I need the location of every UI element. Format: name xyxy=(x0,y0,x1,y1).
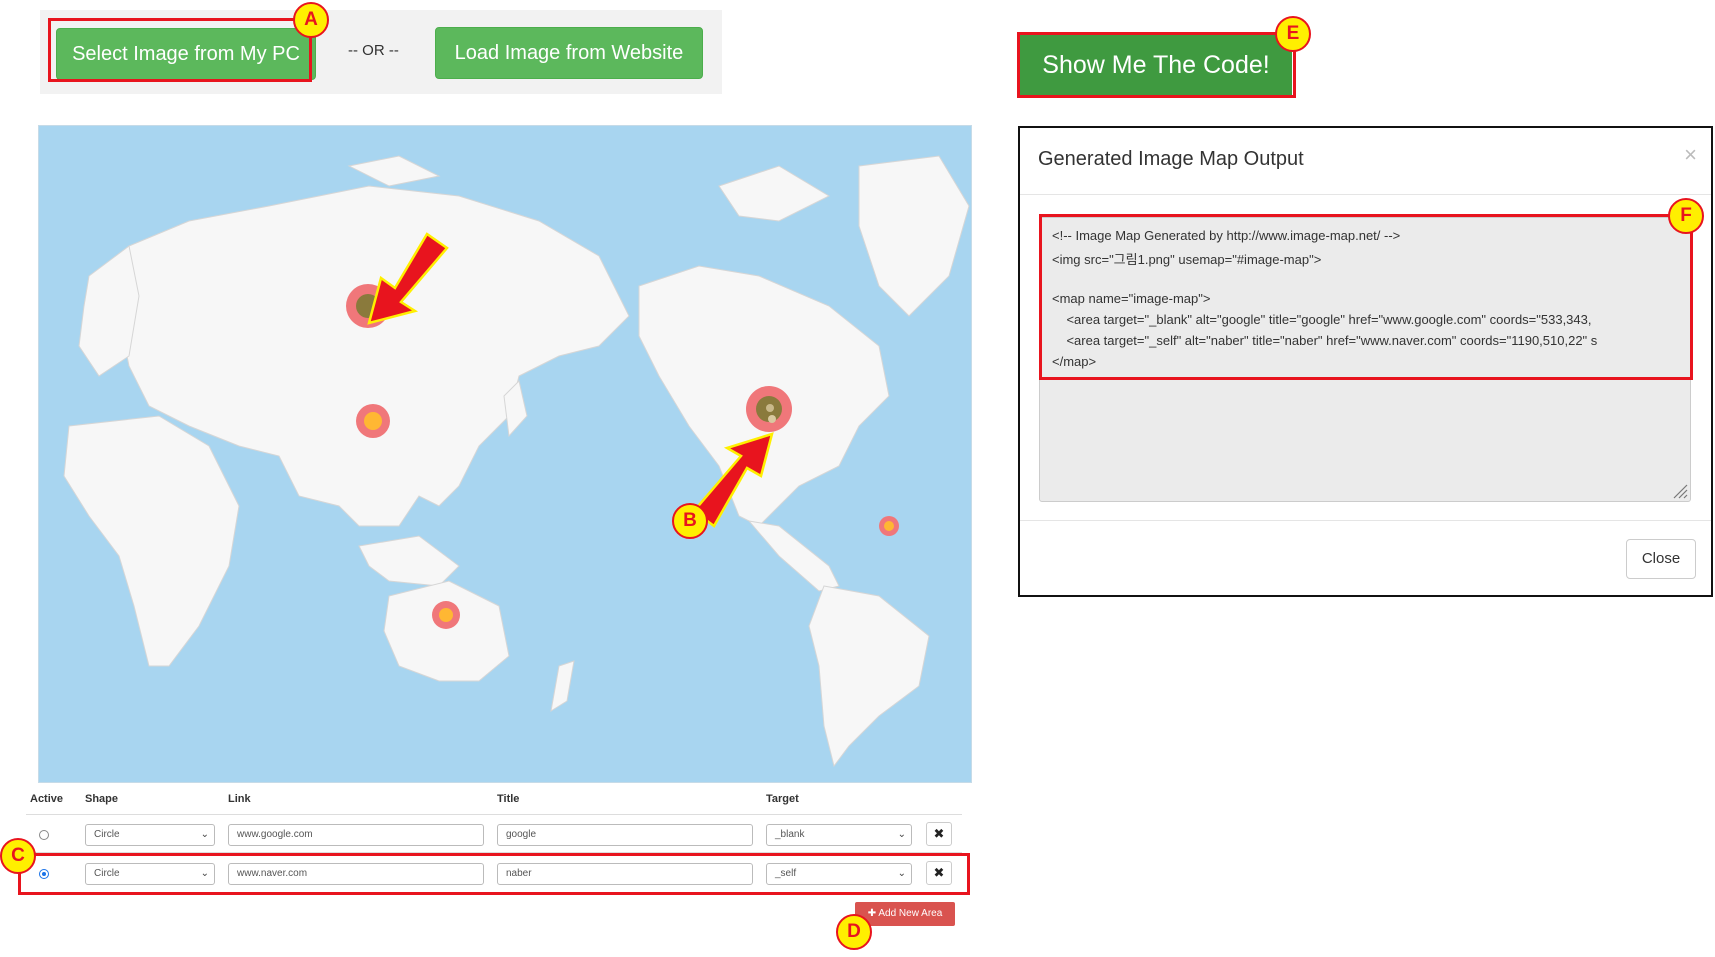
chevron-down-icon: ⌄ xyxy=(897,829,906,840)
annotation-badge-f: F xyxy=(1668,198,1704,234)
close-icon[interactable]: × xyxy=(1684,142,1697,168)
column-header-target: Target xyxy=(766,793,799,805)
highlight-box-f xyxy=(1039,214,1693,380)
header-divider xyxy=(26,814,962,815)
modal-header-divider xyxy=(1020,194,1711,195)
shape-select-value: Circle xyxy=(94,829,120,840)
show-me-the-code-button[interactable]: Show Me The Code! xyxy=(1020,35,1292,95)
or-separator: -- OR -- xyxy=(348,42,399,59)
resize-grip-icon[interactable] xyxy=(1670,481,1688,499)
map-bubble-brazil[interactable] xyxy=(879,516,899,536)
column-header-link: Link xyxy=(228,793,251,805)
map-bubble-usa[interactable] xyxy=(746,386,792,432)
column-header-title: Title xyxy=(497,793,520,805)
link-input-row-1[interactable]: www.google.com xyxy=(228,824,484,846)
image-map-output-modal: Generated Image Map Output × <!-- Image … xyxy=(1018,126,1713,597)
target-select-value: _blank xyxy=(775,829,805,840)
close-icon: ✖ xyxy=(933,826,945,841)
map-bubble-china[interactable] xyxy=(356,404,390,438)
annotation-badge-a: A xyxy=(293,2,329,38)
annotation-badge-b: B xyxy=(672,503,708,539)
highlight-box-a xyxy=(48,18,312,82)
target-select-row-1[interactable]: _blank ⌄ xyxy=(766,824,912,846)
annotation-badge-d: D xyxy=(836,914,872,950)
shape-select-row-1[interactable]: Circle ⌄ xyxy=(85,824,215,846)
load-image-from-website-button[interactable]: Load Image from Website xyxy=(435,27,703,79)
delete-area-button-row-1[interactable]: ✖ xyxy=(926,822,952,846)
modal-title: Generated Image Map Output xyxy=(1038,148,1304,170)
chevron-down-icon: ⌄ xyxy=(200,829,209,840)
modal-footer-divider xyxy=(1020,520,1711,521)
title-input-row-1[interactable]: google xyxy=(497,824,753,846)
active-radio-row-1[interactable] xyxy=(39,830,49,840)
highlight-box-c xyxy=(18,853,970,895)
close-button[interactable]: Close xyxy=(1626,539,1696,579)
world-map-svg xyxy=(39,126,971,782)
column-header-shape: Shape xyxy=(85,793,119,805)
world-map-image[interactable] xyxy=(38,125,972,783)
annotation-badge-c: C xyxy=(0,838,36,874)
column-header-active: Active xyxy=(30,793,64,805)
annotation-badge-e: E xyxy=(1275,16,1311,52)
map-bubble-australia[interactable] xyxy=(432,601,460,629)
add-new-area-button[interactable]: ✚ Add New Area xyxy=(855,902,955,926)
